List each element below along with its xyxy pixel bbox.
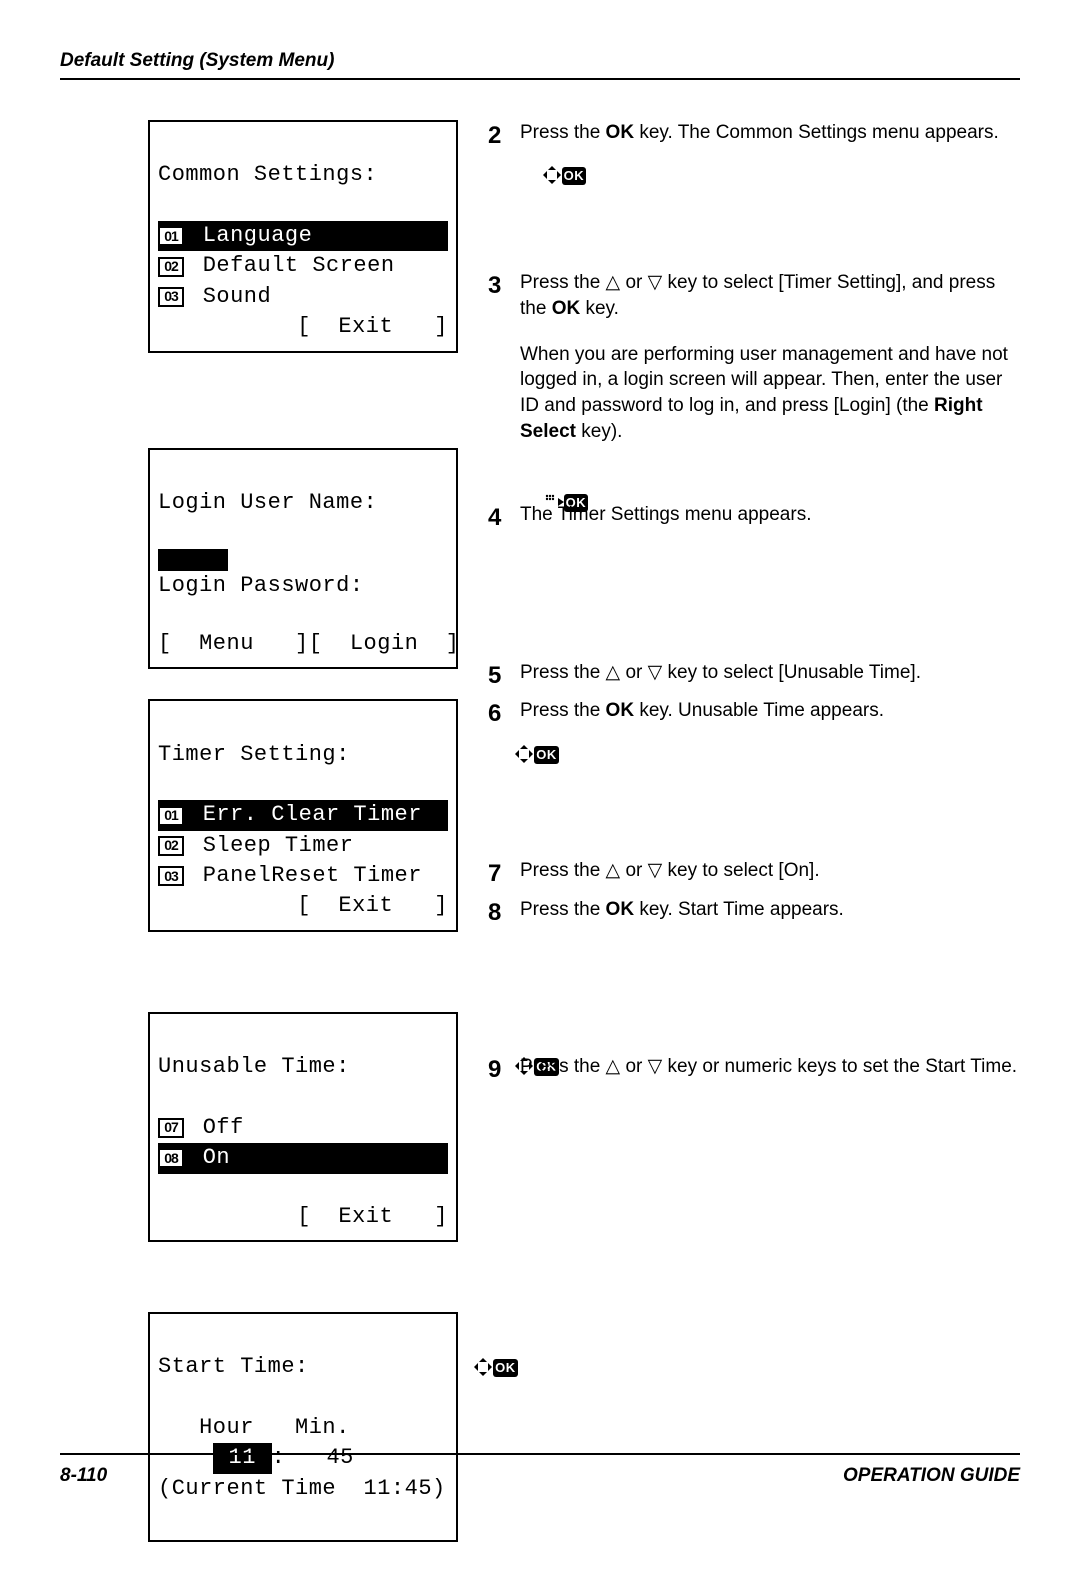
step-2: 2 Press the OK key. The Common Settings … — [488, 120, 1020, 152]
step-9: 9 Press the or key or numeric keys to se… — [488, 1054, 1020, 1086]
step-text-part: Press the — [520, 899, 606, 920]
step-number: 7 — [488, 858, 504, 890]
lcd-exit-button[interactable]: [ Exit ] — [297, 312, 448, 342]
item-label: PanelReset Timer — [189, 861, 422, 891]
ok-key-label: OK — [552, 298, 581, 319]
step-text-part: or — [620, 1056, 647, 1077]
triangle-down-icon — [648, 860, 663, 881]
step-text-part: key to select [On]. — [662, 860, 819, 881]
step-8: 8 Press the OK key. Start Time appears. — [488, 897, 1020, 929]
step-text-part: key. Start Time appears. — [634, 899, 844, 920]
step-text-part: or — [620, 662, 647, 683]
triangle-up-icon — [606, 272, 621, 293]
triangle-down-icon — [648, 272, 663, 293]
item-num: 03 — [158, 287, 184, 307]
item-num: 03 — [158, 866, 184, 886]
item-label: Sleep Timer — [189, 831, 353, 861]
step-text-part: Press the — [520, 1056, 606, 1077]
ok-key-label: OK — [606, 700, 635, 721]
lcd-menu-button[interactable]: [ Menu ] — [158, 629, 309, 659]
item-num: 01 — [158, 806, 184, 826]
page-number: 8-110 — [60, 1465, 107, 1487]
step-number: 8 — [488, 897, 504, 929]
step-number: 2 — [488, 120, 504, 152]
item-label: Err. Clear Timer — [189, 800, 422, 830]
item-num: 01 — [158, 226, 184, 246]
step-text-part: Press the — [520, 272, 606, 293]
step-4: 4 The Timer Settings menu appears. — [488, 502, 1020, 534]
step-number: 6 — [488, 698, 504, 730]
step-text-part: or — [620, 860, 647, 881]
step-7: 7 Press the or key to select [On]. — [488, 858, 1020, 890]
lcd5-title: Start Time: — [158, 1352, 309, 1382]
lcd3-title: Timer Setting: — [158, 740, 350, 770]
step-5: 5 Press the or key to select [Unusable T… — [488, 660, 1020, 692]
page-header: Default Setting (System Menu) — [60, 50, 1020, 72]
item-label: Off — [189, 1113, 244, 1143]
step-text-part: key to select [Unusable Time]. — [662, 662, 921, 683]
triangle-down-icon — [648, 1056, 663, 1077]
lcd-unusable-time: Unusable Time: OK 07 Off 08 On [ Exit ] — [148, 1012, 458, 1242]
ok-key-label: OK — [606, 899, 635, 920]
login-username-input[interactable] — [158, 549, 228, 571]
lcd-login-button[interactable]: [ Login ] — [309, 629, 460, 659]
item-label: Default Screen — [189, 251, 395, 281]
step-text-part: Press the — [520, 122, 606, 143]
step-text-part: key. Unusable Time appears. — [634, 700, 884, 721]
step-6: 6 Press the OK key. Unusable Time appear… — [488, 698, 1020, 730]
lcd-common-settings: Common Settings: OK 01 Language 02 Defau… — [148, 120, 458, 353]
ok-key-label: OK — [606, 122, 635, 143]
item-label: Sound — [189, 282, 271, 312]
step-text-part: key. The Common Settings menu appears. — [634, 122, 999, 143]
step-text-part: The Timer Settings menu appears. — [520, 502, 1020, 528]
page-footer: 8-110 OPERATION GUIDE — [60, 1453, 1020, 1487]
item-num: 08 — [158, 1148, 184, 1168]
step-text-part: Press the — [520, 662, 606, 683]
step-text-part: key. — [580, 298, 619, 319]
step-text-part: key). — [576, 421, 622, 442]
step-text-part: or — [620, 272, 647, 293]
lcd1-title: Common Settings: — [158, 160, 377, 190]
lcd4-title: Unusable Time: — [158, 1052, 350, 1082]
lcd5-labels: Hour Min. — [158, 1413, 350, 1443]
triangle-up-icon — [606, 860, 621, 881]
item-label: On — [189, 1143, 230, 1173]
header-rule — [60, 78, 1020, 80]
step-number: 3 — [488, 270, 504, 302]
lcd2-password-label: Login Password: — [158, 571, 364, 601]
item-num: 02 — [158, 257, 184, 277]
lcd-login: Login User Name: OK Login Password: [ Me… — [148, 448, 458, 670]
step-text-part: key or numeric keys to set the Start Tim… — [662, 1056, 1017, 1077]
step-3: 3 Press the or key to select [Timer Sett… — [488, 270, 1020, 444]
lcd2-title: Login User Name: — [158, 488, 377, 518]
step-number: 4 — [488, 502, 504, 534]
step-text-part: Press the — [520, 700, 606, 721]
item-label: Language — [189, 221, 312, 251]
lcd-timer-setting: Timer Setting: OK 01 Err. Clear Timer 02… — [148, 699, 458, 932]
triangle-down-icon — [648, 662, 663, 683]
lcd-start-time: Start Time: OK Hour Min. 11 : 45 (Curren… — [148, 1312, 458, 1542]
step-text-part: Press the — [520, 860, 606, 881]
lcd-exit-button[interactable]: [ Exit ] — [297, 891, 448, 921]
step-number: 5 — [488, 660, 504, 692]
item-num: 07 — [158, 1118, 184, 1138]
item-num: 02 — [158, 836, 184, 856]
nav-diamond-icon — [309, 1322, 493, 1413]
triangle-up-icon — [606, 662, 621, 683]
triangle-up-icon — [606, 1056, 621, 1077]
operation-guide-label: OPERATION GUIDE — [843, 1465, 1020, 1487]
step-number: 9 — [488, 1054, 504, 1086]
lcd-exit-button[interactable]: [ Exit ] — [297, 1202, 448, 1232]
